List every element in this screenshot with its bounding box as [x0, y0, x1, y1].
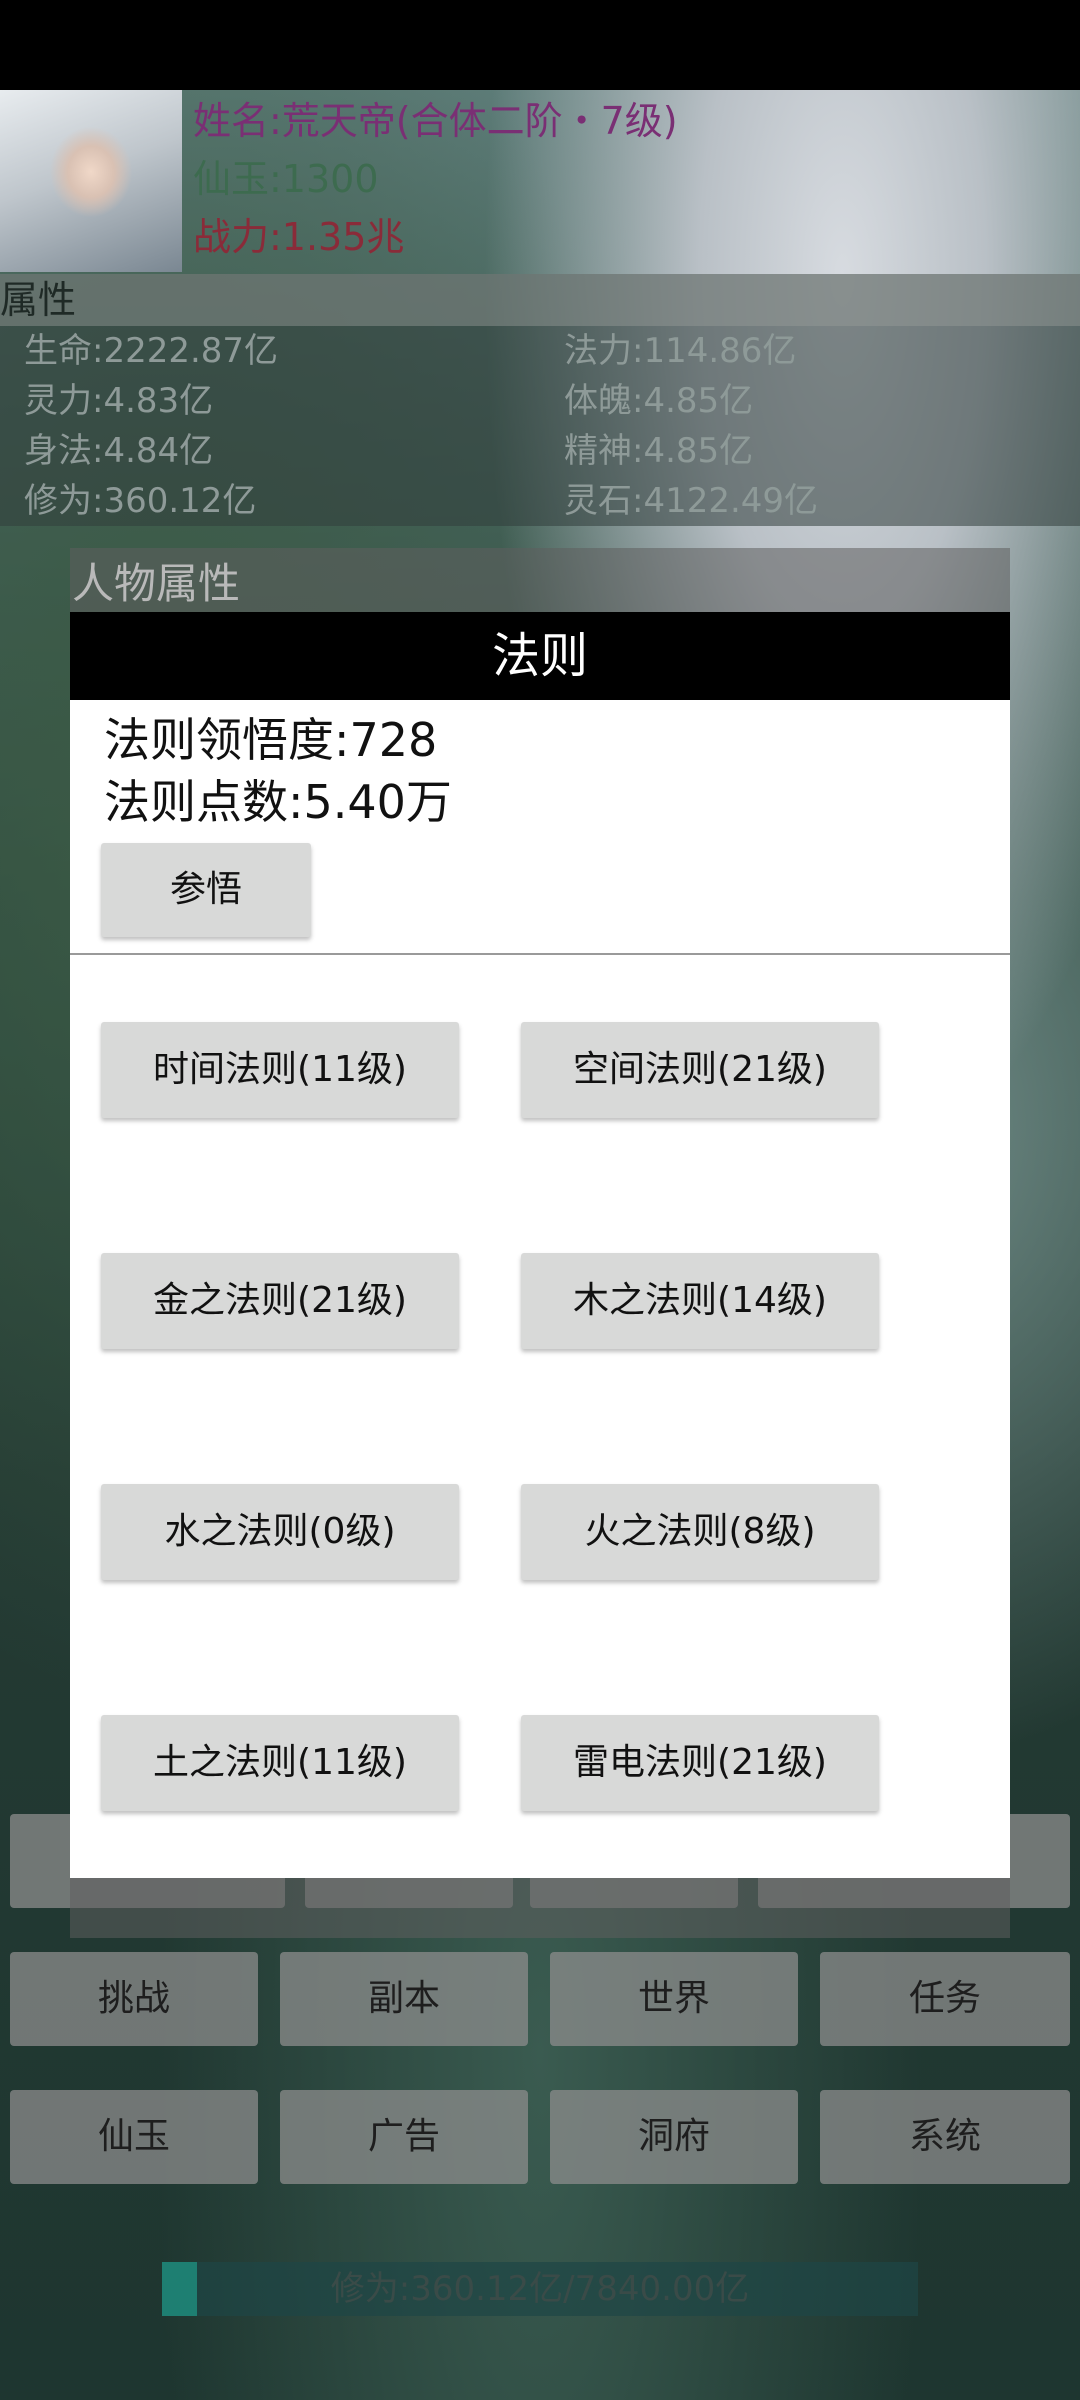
dungeon-button[interactable]: 副本: [280, 1952, 528, 2046]
cultivation-progress-text: 修为:360.12亿/7840.00亿: [330, 2269, 750, 2309]
fire-law-button[interactable]: 火之法则(8级): [521, 1484, 879, 1580]
character-jade: 仙玉:1300: [193, 157, 379, 201]
ad-button[interactable]: 广告: [280, 2090, 528, 2184]
dialog-divider: [70, 953, 1010, 955]
space-law-button[interactable]: 空间法则(21级): [521, 1022, 879, 1118]
character-name: 姓名:荒天帝(合体二阶・7级): [193, 99, 678, 143]
character-info: 姓名:荒天帝(合体二阶・7级) 仙玉:1300 战力:1.35兆: [193, 92, 678, 266]
attr-body: 体魄:4.85亿: [564, 381, 754, 421]
law-points: 法则点数:5.40万: [104, 775, 452, 829]
jade-button[interactable]: 仙玉: [10, 2090, 258, 2184]
cultivation-progress-bar: 修为:360.12亿/7840.00亿: [162, 2262, 918, 2316]
system-button[interactable]: 系统: [820, 2090, 1070, 2184]
attr-spirit: 灵力:4.83亿: [24, 381, 214, 421]
cave-button[interactable]: 洞府: [550, 2090, 798, 2184]
earth-law-button[interactable]: 土之法则(11级): [101, 1715, 459, 1811]
water-law-button[interactable]: 水之法则(0级): [101, 1484, 459, 1580]
comprehend-button[interactable]: 参悟: [101, 843, 311, 937]
attr-hp: 生命:2222.87亿: [24, 331, 279, 371]
attr-mana: 法力:114.86亿: [564, 331, 797, 371]
challenge-button[interactable]: 挑战: [10, 1952, 258, 2046]
attributes-grid: 生命:2222.87亿 法力:114.86亿 灵力:4.83亿 体魄:4.85亿…: [24, 326, 1064, 526]
attributes-header: 属性: [0, 274, 1080, 326]
task-button[interactable]: 任务: [820, 1952, 1070, 2046]
time-law-button[interactable]: 时间法则(11级): [101, 1022, 459, 1118]
attr-spirit-stone: 灵石:4122.49亿: [564, 481, 819, 521]
character-attributes-title: 人物属性: [72, 559, 241, 608]
metal-law-button[interactable]: 金之法则(21级): [101, 1253, 459, 1349]
attr-agility: 身法:4.84亿: [24, 431, 214, 471]
attr-mind: 精神:4.85亿: [564, 431, 754, 471]
world-button[interactable]: 世界: [550, 1952, 798, 2046]
character-power: 战力:1.35兆: [193, 215, 405, 259]
attr-cultivation: 修为:360.12亿: [24, 481, 257, 521]
character-avatar[interactable]: [0, 90, 182, 272]
law-comprehension: 法则领悟度:728: [104, 713, 438, 767]
status-bar: [0, 0, 1080, 90]
wood-law-button[interactable]: 木之法则(14级): [521, 1253, 879, 1349]
law-dialog-title: 法则: [70, 612, 1010, 700]
thunder-law-button[interactable]: 雷电法则(21级): [521, 1715, 879, 1811]
